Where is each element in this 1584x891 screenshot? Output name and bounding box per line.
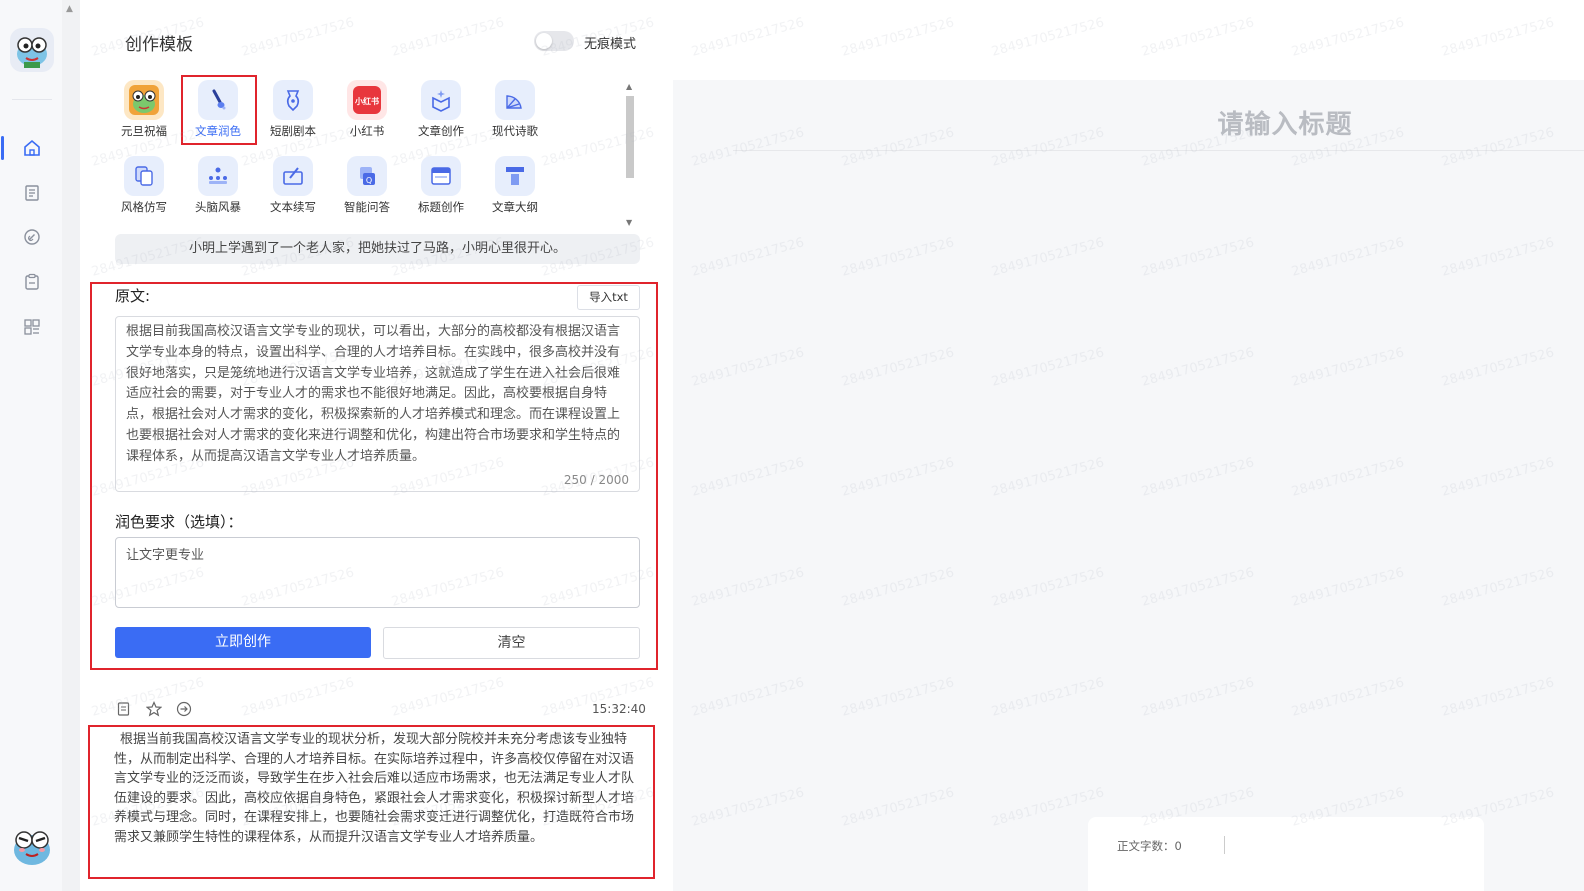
incognito-label: 无痕模式 <box>584 37 637 52</box>
apps-grid-icon <box>24 319 40 335</box>
incognito-toggle[interactable] <box>534 31 574 51</box>
box-sparkle-icon <box>421 80 461 120</box>
nav-apps[interactable] <box>18 313 46 341</box>
team-icon <box>198 156 238 196</box>
polish-requirement-value: 让文字更专业 <box>126 548 205 563</box>
panel-scroll-gutter[interactable]: ▲ <box>62 0 80 891</box>
template-new-year-greeting[interactable]: 元旦祝福 <box>113 80 175 139</box>
copy-icon <box>124 156 164 196</box>
editor-status-bar: 正文字数：0 <box>1088 817 1484 891</box>
template-label: 文章创作 <box>418 124 464 138</box>
watermark-text: 28491705217526 <box>1140 15 1256 60</box>
template-title-creation[interactable]: 标题创作 <box>410 156 472 215</box>
scroll-up-arrow-icon[interactable]: ▲ <box>66 4 73 14</box>
character-count: 250 / 2000 <box>563 473 629 487</box>
template-label: 风格仿写 <box>121 200 167 214</box>
template-label: 小红书 <box>349 124 385 138</box>
template-short-drama-script[interactable]: 短剧剧本 <box>262 80 324 139</box>
outline-icon <box>495 156 535 196</box>
template-article-outline[interactable]: 文章大纲 <box>484 156 546 215</box>
template-modern-poetry[interactable]: 现代诗歌 <box>484 80 546 139</box>
polish-requirement-input[interactable]: 让文字更专业 <box>115 537 640 608</box>
template-style-imitation[interactable]: 风格仿写 <box>113 156 175 215</box>
status-divider <box>1224 836 1225 854</box>
import-txt-button[interactable]: 导入txt <box>577 285 640 310</box>
template-text-continuation[interactable]: 文本续写 <box>262 156 324 215</box>
scrollbar-thumb[interactable] <box>626 96 634 178</box>
pen-nib-icon <box>273 80 313 120</box>
nav-clipboard[interactable] <box>18 268 46 296</box>
frog-avatar-icon <box>124 80 164 120</box>
nav-home[interactable] <box>1 134 46 162</box>
template-label: 文本续写 <box>270 200 316 214</box>
template-list-scrollbar[interactable]: ▲ ▼ <box>623 82 637 232</box>
result-toolbar <box>116 701 192 719</box>
original-text-area[interactable]: 根据目前我国高校汉语言文学专业的现状，可以看出，大部分的高校都没有根据汉语言文学… <box>115 316 640 492</box>
scroll-up-arrow-icon[interactable]: ▲ <box>626 82 632 91</box>
word-count: 正文字数：0 <box>1117 839 1182 853</box>
create-now-button[interactable]: 立即创作 <box>115 627 371 658</box>
link-icon <box>24 229 40 245</box>
star-icon[interactable] <box>146 701 162 717</box>
example-hint[interactable]: 小明上学遇到了一个老人家，把她扶过了马路，小明心里很开心。 <box>115 234 640 264</box>
watermark-text: 28491705217526 <box>1440 15 1556 60</box>
template-label: 短剧剧本 <box>270 124 316 138</box>
original-text-label: 原文: <box>115 287 151 305</box>
template-article-creation[interactable]: 文章创作 <box>410 80 472 139</box>
clear-button[interactable]: 清空 <box>383 627 640 659</box>
xiaohongshu-icon: 小红书 <box>347 80 387 120</box>
template-label: 标题创作 <box>418 200 464 214</box>
watermark-text: 28491705217526 <box>990 15 1106 60</box>
sidebar-divider <box>12 99 52 100</box>
document-icon <box>25 185 39 201</box>
svg-text:Q: Q <box>366 176 372 185</box>
title-input[interactable]: 请输入标题 <box>1150 104 1420 141</box>
app-logo[interactable] <box>10 28 54 72</box>
mascot-avatar[interactable] <box>8 820 56 868</box>
polish-requirement-label: 润色要求（选填）： <box>115 513 243 531</box>
panel-title: 创作模板 <box>125 35 193 55</box>
watermark-text: 28491705217526 <box>690 15 806 60</box>
edit-box-icon <box>273 156 313 196</box>
template-label: 文章大纲 <box>492 200 538 214</box>
nav-documents[interactable] <box>18 179 46 207</box>
nav-links[interactable] <box>18 223 46 251</box>
scroll-down-arrow-icon[interactable]: ▼ <box>626 218 632 227</box>
clipboard-icon <box>25 273 39 290</box>
title-icon <box>421 156 461 196</box>
template-brainstorm[interactable]: 头脑风暴 <box>187 156 249 215</box>
watermark-text: 28491705217526 <box>840 15 956 60</box>
qa-icon: Q <box>347 156 387 196</box>
template-label: 头脑风暴 <box>195 200 241 214</box>
fan-icon <box>495 80 535 120</box>
insert-arrow-icon[interactable] <box>176 701 192 717</box>
editor-area <box>673 80 1584 891</box>
original-text-content: 根据目前我国高校汉语言文学专业的现状，可以看出，大部分的高校都没有根据汉语言文学… <box>126 324 621 464</box>
template-smart-qa[interactable]: Q 智能问答 <box>336 156 398 215</box>
sidebar <box>0 0 62 891</box>
title-divider <box>733 150 1584 151</box>
template-label: 智能问答 <box>344 200 390 214</box>
selected-template-highlight <box>181 75 257 145</box>
home-icon <box>24 139 40 156</box>
template-label: 现代诗歌 <box>492 124 538 138</box>
template-label: 元旦祝福 <box>121 124 167 138</box>
template-xiaohongshu[interactable]: 小红书 小红书 <box>336 80 398 139</box>
svg-text:小红书: 小红书 <box>354 96 379 106</box>
creation-panel: 创作模板 无痕模式 元旦祝福 文章润色 短剧剧本 小红书 小红书 文章创作 现代… <box>80 0 662 891</box>
result-timestamp: 15:32:40 <box>592 702 646 716</box>
watermark-text: 28491705217526 <box>1290 15 1406 60</box>
polished-result-text: 根据当前我国高校汉语言文学专业的现状分析，发现大部分院校并未充分考虑该专业独特性… <box>114 732 635 845</box>
toggle-knob <box>536 33 552 49</box>
copy-doc-icon[interactable] <box>116 701 132 717</box>
